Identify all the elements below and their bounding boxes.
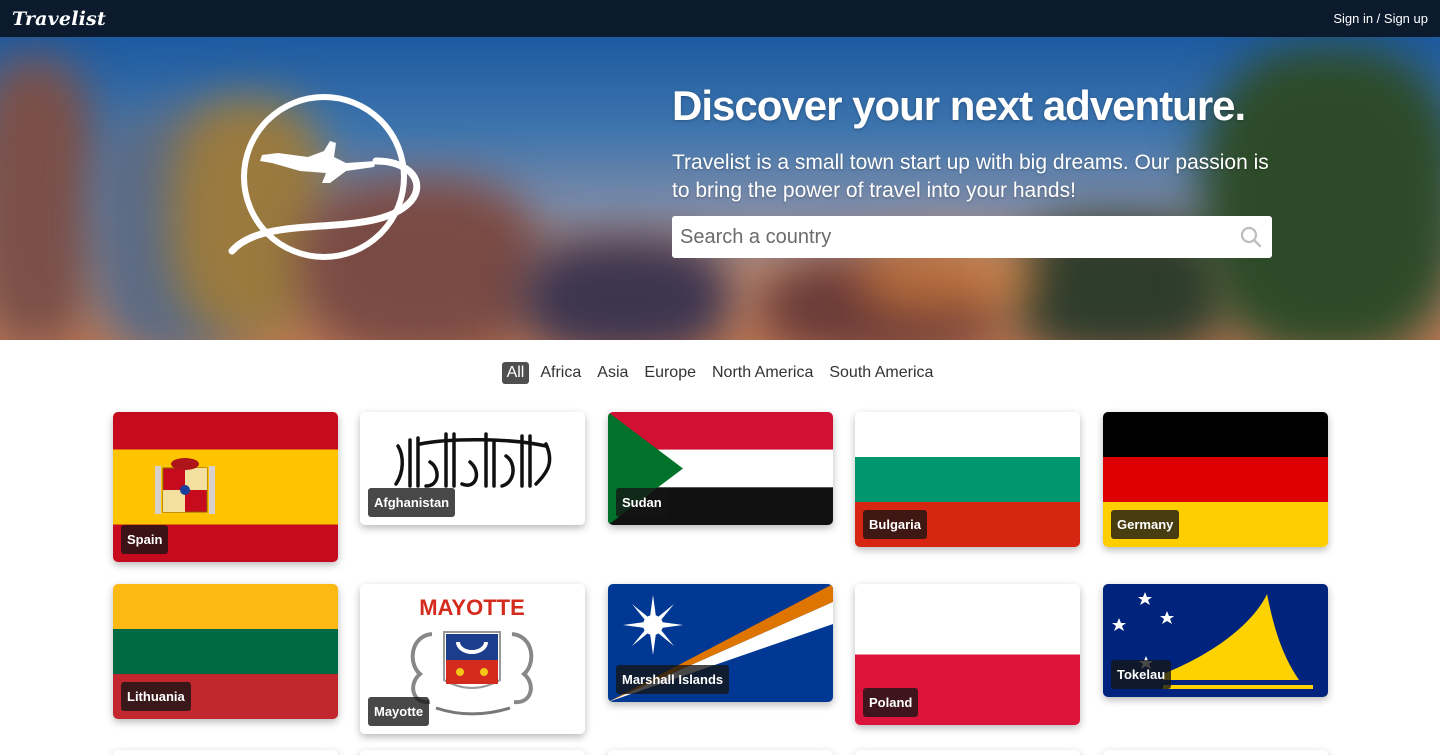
country-name-label: Lithuania [121,682,191,711]
country-name-label: Afghanistan [368,488,456,517]
filter-north-america[interactable]: North America [707,362,818,384]
navbar: Travelist Sign in / Sign up [0,0,1440,37]
filter-south-america[interactable]: South America [824,362,938,384]
country-card-partial[interactable] [1103,750,1328,755]
country-name-label: Mayotte [368,697,430,726]
country-card-lithuania[interactable]: Lithuania [113,584,338,719]
brand-logo[interactable]: Travelist [12,8,106,30]
country-card-partial[interactable] [360,750,585,755]
country-name-label: Bulgaria [863,510,928,539]
country-name-label: Tokelau [1111,660,1172,689]
country-card-partial[interactable] [113,750,338,755]
country-name-label: Spain [121,525,169,554]
country-card-marshall-islands[interactable]: Marshall Islands [608,584,833,702]
search-input[interactable] [672,216,1236,258]
filter-asia[interactable]: Asia [592,362,633,384]
search-bar [672,216,1272,258]
country-name-label: Germany [1111,510,1180,539]
country-name-label: Poland [863,688,919,717]
hero-title: Discover your next adventure. [672,82,1246,129]
country-card-bulgaria[interactable]: Bulgaria [855,412,1080,547]
hero-banner: Discover your next adventure. Travelist … [0,37,1440,340]
continent-filter-bar: All Africa Asia Europe North America Sou… [0,362,1440,384]
country-card-partial[interactable] [608,750,833,755]
country-card-germany[interactable]: Germany [1103,412,1328,547]
mayotte-flag-text: MAYOTTE [419,595,525,620]
country-card-partial[interactable] [855,750,1080,755]
country-name-label: Sudan [616,488,668,517]
search-icon[interactable] [1236,222,1266,252]
country-card-tokelau[interactable]: Tokelau [1103,584,1328,697]
signin-link[interactable]: Sign in / Sign up [1333,11,1428,26]
country-card-spain[interactable]: Spain [113,412,338,562]
filter-europe[interactable]: Europe [639,362,701,384]
country-card-poland[interactable]: Poland [855,584,1080,725]
country-name-label: Marshall Islands [616,665,730,694]
hero-subtitle: Travelist is a small town start up with … [672,151,1269,202]
plane-globe-logo-icon [228,94,421,260]
filter-all[interactable]: All [501,362,530,384]
country-card-mayotte[interactable]: MAYOTTE Mayotte [360,584,585,734]
bg-building [0,57,100,340]
country-card-afghanistan[interactable]: Afghanistan [360,412,585,525]
country-card-sudan[interactable]: Sudan [608,412,833,525]
filter-africa[interactable]: Africa [535,362,586,384]
